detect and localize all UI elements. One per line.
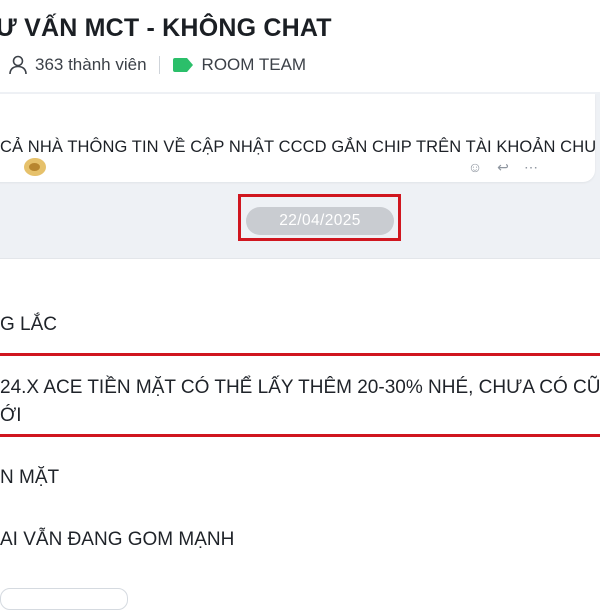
avatar[interactable] (24, 158, 46, 176)
member-count[interactable]: 363 thành viên (35, 55, 147, 75)
reply-icon[interactable]: ↩ (494, 158, 512, 176)
conversation-title[interactable]: Ư VẤN MCT - KHÔNG CHAT (0, 14, 332, 43)
tag-icon (172, 58, 194, 72)
more-icon[interactable]: ⋯ (522, 158, 540, 176)
pinned-message-text: CẢ NHÀ THÔNG TIN VỀ CẬP NHẬT CCCD GẮN CH… (0, 138, 597, 156)
reaction-icon[interactable]: ☺ (466, 158, 484, 176)
conversation-header: Ư VẤN MCT - KHÔNG CHAT 363 thành viên RO… (0, 0, 600, 92)
input-area-edge[interactable] (0, 588, 128, 610)
pinned-message[interactable]: CẢ NHÀ THÔNG TIN VỀ CẬP NHẬT CCCD GẮN CH… (0, 94, 597, 182)
message-item[interactable]: G LẮC (0, 314, 57, 336)
group-tag-label[interactable]: ROOM TEAM (202, 55, 307, 75)
conversation-meta: 363 thành viên ROOM TEAM (7, 54, 306, 76)
date-highlight-box (238, 194, 401, 241)
message-highlight-box (0, 353, 600, 437)
person-icon[interactable] (7, 54, 29, 76)
message-item[interactable]: AI VẪN ĐANG GOM MẠNH (0, 529, 234, 551)
pinned-message-footer: ☺ ↩ ⋯ (0, 158, 560, 178)
divider (158, 56, 160, 74)
message-item[interactable]: N MẶT (0, 467, 59, 489)
